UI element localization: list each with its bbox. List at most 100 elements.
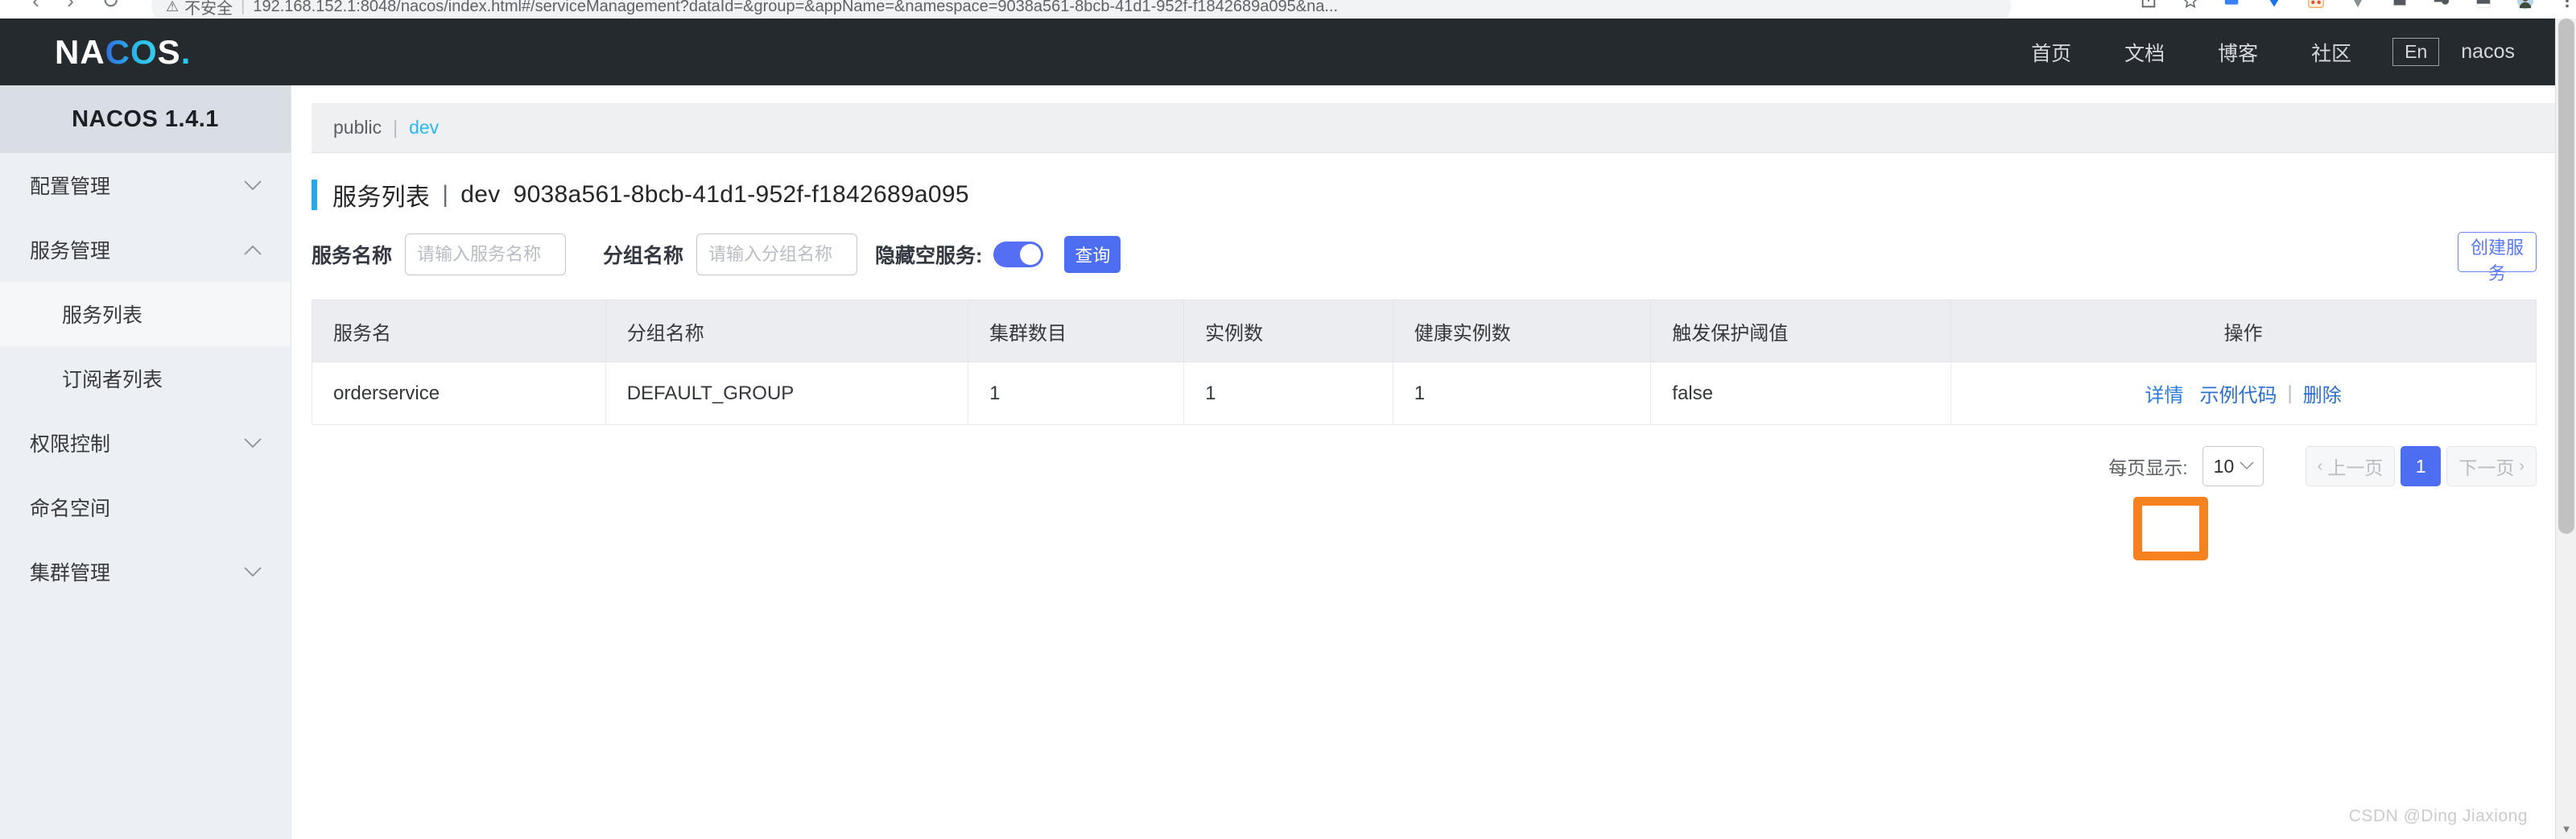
service-name-label: 服务名称 — [312, 245, 393, 267]
url-text: 192.168.152.1:8048/nacos/index.html#/ser… — [253, 0, 1339, 15]
logo-text-co: CO — [105, 32, 158, 71]
sidebar-item-cluster-management[interactable]: 集群管理 — [0, 539, 291, 604]
page-size-value: 10 — [2213, 455, 2235, 477]
not-secure-warning-icon: ⚠ — [166, 0, 180, 14]
scrollbar-thumb[interactable] — [2558, 19, 2574, 534]
browser-toolbar-icons — [2140, 0, 2576, 10]
extension-icon-2[interactable] — [2307, 0, 2325, 10]
page-number-1[interactable]: 1 — [2401, 446, 2442, 486]
extension-icon-3[interactable] — [2349, 0, 2367, 10]
page-size-label: 每页显示: — [2108, 457, 2188, 478]
cell-operations: 详情 示例代码 | 删除 — [1951, 362, 2537, 425]
extension-icon-5[interactable] — [2433, 0, 2450, 10]
next-page-label: 下一页 — [2458, 457, 2515, 478]
browser-chrome-strip: ‹ › ↻ ⚠ 不安全 | 192.168.152.1:8048/nacos/i… — [0, 0, 2576, 18]
user-menu[interactable]: nacos — [2461, 40, 2518, 64]
create-service-button[interactable]: 创建服务 — [2458, 232, 2537, 283]
sidebar: NACOS 1.4.1 配置管理 服务管理 服务列表 订阅者列表 权限控制 命名… — [0, 85, 291, 839]
group-name-input[interactable] — [696, 234, 858, 275]
sidebar-version-title: NACOS 1.4.1 — [0, 85, 291, 153]
chevron-left-icon: ‹ — [2317, 457, 2323, 475]
cell-cluster-count: 1 — [968, 362, 1185, 425]
app-header: NA CO S. 首页 文档 博客 社区 En nacos — [0, 19, 2576, 85]
nacos-logo[interactable]: NA CO S. — [55, 33, 191, 72]
action-separator: | — [2287, 382, 2293, 404]
breadcrumb-root[interactable]: public — [333, 117, 382, 138]
pagination: 每页显示: 10 ‹ 上一页 1 下一页 › — [292, 446, 2537, 486]
cell-healthy-instance-count: 1 — [1392, 362, 1652, 425]
sidebar-item-service-management[interactable]: 服务管理 — [0, 217, 291, 282]
pager-controls: ‹ 上一页 1 下一页 › — [2305, 446, 2537, 486]
sidebar-item-authority-control[interactable]: 权限控制 — [0, 411, 291, 475]
sidebar-item-label: 订阅者列表 — [62, 369, 163, 391]
three-dot-menu-icon[interactable] — [2558, 0, 2576, 10]
cell-service-name: orderservice — [312, 362, 606, 425]
avatar[interactable] — [2516, 0, 2534, 10]
col-healthy-instance-count: 健康实例数 — [1392, 300, 1652, 362]
nav-docs[interactable]: 文档 — [2098, 38, 2191, 67]
hide-empty-service-label: 隐藏空服务: — [875, 245, 983, 267]
prev-page-button[interactable]: ‹ 上一页 — [2305, 446, 2396, 486]
page-scrollbar[interactable]: ▲ ▼ — [2555, 19, 2576, 839]
cell-protect-threshold: false — [1650, 362, 1952, 425]
sidebar-item-namespace[interactable]: 命名空间 — [0, 475, 291, 539]
next-page-button[interactable]: 下一页 › — [2446, 446, 2537, 486]
table-header-row: 服务名 分组名称 集群数目 实例数 健康实例数 触发保护阈值 操作 — [312, 300, 2537, 362]
service-name-input[interactable] — [405, 234, 567, 275]
chevron-down-icon — [244, 434, 262, 452]
back-arrow-icon[interactable]: ‹ — [32, 0, 39, 14]
page-title-namespace-id: 9038a561-8bcb-41d1-952f-f1842689a095 — [513, 181, 969, 208]
logo-text-na: NA — [55, 32, 105, 71]
service-table: 服务名 分组名称 集群数目 实例数 健康实例数 触发保护阈值 操作 orders… — [312, 300, 2537, 425]
bookmark-star-icon[interactable] — [2182, 0, 2199, 10]
extension-icon-6[interactable] — [2475, 0, 2492, 10]
sidebar-item-label: 集群管理 — [30, 562, 111, 585]
cell-group-name: DEFAULT_GROUP — [605, 362, 969, 425]
query-button[interactable]: 查询 — [1064, 236, 1121, 273]
sidebar-item-service-list[interactable]: 服务列表 — [0, 282, 291, 346]
nav-home[interactable]: 首页 — [2004, 38, 2098, 67]
cell-instance-count: 1 — [1183, 362, 1393, 425]
col-operations: 操作 — [1951, 300, 2537, 362]
page-title-main: 服务列表 — [332, 184, 431, 211]
main-content: public | dev 服务列表 | dev 9038a561-8bcb-41… — [292, 85, 2576, 839]
extension-icon-1[interactable] — [2223, 0, 2241, 10]
page-title-namespace: dev — [460, 181, 501, 208]
col-cluster-count: 集群数目 — [968, 300, 1185, 362]
forward-arrow-icon[interactable]: › — [67, 0, 74, 14]
extension-download-icon[interactable] — [2265, 0, 2283, 10]
sidebar-item-config-management[interactable]: 配置管理 — [0, 153, 291, 217]
reload-icon[interactable]: ↻ — [101, 0, 120, 14]
scroll-down-arrow-icon[interactable]: ▼ — [2556, 818, 2576, 839]
share-icon[interactable] — [2140, 0, 2157, 10]
language-switch-button[interactable]: En — [2392, 38, 2440, 66]
row-action-links: 详情 示例代码 | 删除 — [1951, 379, 2535, 407]
sidebar-item-label: 服务管理 — [30, 240, 111, 262]
detail-link[interactable]: 详情 — [2145, 379, 2184, 407]
hide-empty-service-toggle[interactable] — [993, 242, 1044, 267]
page-size-select[interactable]: 10 — [2202, 446, 2264, 486]
address-bar-divider: | — [241, 0, 246, 15]
hide-empty-service-toggle-wrap: 隐藏空服务: — [875, 240, 1044, 269]
col-service-name: 服务名 — [312, 300, 606, 362]
table-body: orderservice DEFAULT_GROUP 1 1 1 false 详… — [312, 362, 2537, 425]
toggle-knob — [1020, 244, 1042, 265]
delete-link[interactable]: 删除 — [2303, 379, 2342, 407]
nav-blog[interactable]: 博客 — [2191, 38, 2285, 67]
sidebar-item-label: 命名空间 — [30, 498, 111, 520]
watermark: CSDN @Ding Jiaxiong — [2348, 807, 2528, 825]
nav-community[interactable]: 社区 — [2285, 38, 2378, 67]
sample-code-link[interactable]: 示例代码 — [2200, 379, 2277, 407]
breadcrumb-current[interactable]: dev — [409, 117, 439, 138]
address-bar[interactable]: ⚠ 不安全 | 192.168.152.1:8048/nacos/index.h… — [151, 0, 2011, 18]
extension-icon-4[interactable] — [2391, 0, 2409, 10]
chevron-down-icon — [2240, 458, 2254, 474]
sidebar-item-subscriber-list[interactable]: 订阅者列表 — [0, 346, 291, 411]
chevron-down-icon — [244, 563, 262, 581]
title-accent-bar — [312, 180, 317, 210]
sidebar-item-label: 权限控制 — [30, 433, 111, 456]
browser-nav-buttons: ‹ › ↻ — [32, 0, 120, 14]
table-row: orderservice DEFAULT_GROUP 1 1 1 false 详… — [312, 362, 2537, 425]
logo-text-s: S — [157, 32, 181, 71]
breadcrumb: public | dev — [312, 103, 2557, 153]
